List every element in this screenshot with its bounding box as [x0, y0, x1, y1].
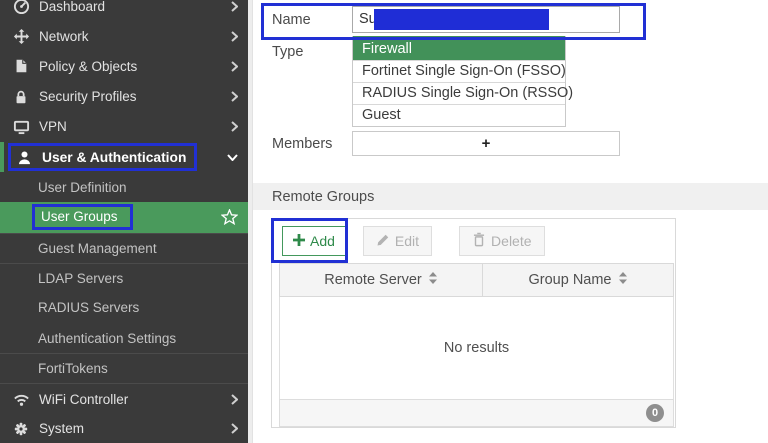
sidebar-item-label: User & Authentication	[42, 149, 187, 165]
chevron-down-icon	[227, 153, 238, 161]
lock-icon	[12, 88, 30, 106]
sidebar-item-vpn[interactable]: VPN	[0, 112, 248, 142]
plus-icon: +	[481, 135, 491, 152]
sidebar-item-wifi-controller[interactable]: WiFi Controller	[0, 383, 248, 413]
type-field-label: Type	[272, 44, 304, 60]
sidebar-item-user-authentication[interactable]: User & Authentication	[0, 141, 248, 173]
sidebar-item-policy-objects[interactable]: Policy & Objects	[0, 51, 248, 81]
sidebar-item-label: User Groups	[41, 209, 118, 225]
sidebar-item-system[interactable]: System	[0, 414, 248, 443]
type-option-guest[interactable]: Guest	[353, 104, 565, 126]
chevron-right-icon	[231, 423, 238, 434]
sidebar-item-security-profiles[interactable]: Security Profiles	[0, 82, 248, 112]
sidebar-item-label: LDAP Servers	[38, 270, 124, 286]
sidebar-item-label: Network	[39, 28, 89, 44]
gauge-icon	[12, 0, 30, 15]
column-header-remote-server[interactable]: Remote Server	[280, 264, 483, 296]
chevron-right-icon	[231, 121, 238, 133]
edit-button-label: Edit	[394, 233, 420, 249]
type-dropdown-list: Firewall Fortinet Single Sign-On (FSSO) …	[352, 36, 573, 127]
sidebar-item-label: Authentication Settings	[38, 330, 177, 346]
sort-icon	[428, 272, 438, 288]
sidebar-item-label: Policy & Objects	[39, 58, 138, 74]
monitor-icon	[12, 118, 30, 136]
table-header-row: Remote Server Group Name	[279, 263, 674, 297]
redaction-bar	[374, 9, 549, 30]
row-count-badge: 0	[646, 404, 664, 422]
policy-icon	[12, 57, 30, 75]
name-input[interactable]: Su	[352, 6, 620, 33]
delete-button[interactable]: Delete	[459, 226, 545, 256]
sidebar-item-label: Guest Management	[38, 240, 157, 256]
sidebar-item-label: VPN	[39, 119, 67, 135]
trash-icon	[472, 232, 486, 250]
sidebar: Dashboard Network Policy & Objects Secur…	[0, 0, 248, 443]
remote-groups-title: Remote Groups	[272, 188, 375, 205]
pencil-icon	[376, 233, 390, 250]
sidebar-item-fortitokens[interactable]: FortiTokens	[0, 353, 248, 383]
sidebar-item-guest-management[interactable]: Guest Management	[0, 232, 248, 263]
members-add-field[interactable]: +	[352, 131, 620, 156]
plus-icon	[293, 233, 305, 249]
active-section-indicator	[0, 141, 4, 173]
remote-groups-section-header: Remote Groups	[253, 183, 768, 210]
sidebar-item-label: FortiTokens	[38, 361, 108, 377]
sidebar-item-label: Dashboard	[39, 0, 106, 14]
column-header-group-name[interactable]: Group Name	[483, 264, 673, 296]
sidebar-item-user-groups[interactable]: User Groups	[0, 202, 248, 233]
chevron-right-icon	[231, 91, 238, 102]
sidebar-item-label: RADIUS Servers	[38, 300, 140, 316]
no-results-text: No results	[443, 340, 510, 356]
sidebar-item-network[interactable]: Network	[0, 21, 248, 51]
add-button-label: Add	[310, 233, 335, 249]
sidebar-item-label: User Definition	[38, 179, 127, 195]
delete-button-label: Delete	[491, 233, 532, 249]
members-field-label: Members	[272, 136, 333, 152]
content-divider	[248, 0, 253, 443]
remote-groups-table: Remote Server Group Name No results 0	[279, 263, 674, 427]
type-option-rsso[interactable]: RADIUS Single Sign-On (RSSO)	[353, 82, 573, 104]
sidebar-item-ldap-servers[interactable]: LDAP Servers	[0, 262, 248, 293]
wifi-icon	[12, 390, 30, 408]
star-icon[interactable]	[221, 209, 238, 226]
annotation-box-user-groups: User Groups	[32, 204, 133, 231]
type-option-fsso[interactable]: Fortinet Single Sign-On (FSSO)	[353, 60, 566, 82]
chevron-right-icon	[231, 393, 238, 405]
sidebar-item-user-definition[interactable]: User Definition	[0, 172, 248, 202]
name-field-label: Name	[272, 12, 311, 28]
table-empty-state: No results	[279, 297, 674, 399]
sidebar-item-authentication-settings[interactable]: Authentication Settings	[0, 323, 248, 353]
sidebar-item-dashboard[interactable]: Dashboard	[0, 0, 248, 21]
chevron-right-icon	[231, 31, 238, 42]
type-option-firewall[interactable]: Firewall	[353, 36, 565, 60]
table-footer: 0	[279, 399, 674, 427]
column-header-label: Remote Server	[324, 272, 422, 288]
gear-icon	[12, 420, 30, 438]
annotation-box-user-authentication: User & Authentication	[8, 143, 198, 172]
sidebar-item-label: System	[39, 421, 85, 437]
sidebar-item-radius-servers[interactable]: RADIUS Servers	[0, 293, 248, 323]
edit-button[interactable]: Edit	[362, 226, 433, 256]
sort-icon	[618, 272, 628, 288]
column-header-label: Group Name	[528, 272, 612, 288]
user-icon	[15, 148, 33, 166]
chevron-right-icon	[231, 61, 238, 72]
sidebar-item-label: WiFi Controller	[39, 391, 129, 407]
add-button[interactable]: Add	[282, 226, 346, 256]
sidebar-item-label: Security Profiles	[39, 89, 137, 105]
move-icon	[12, 27, 30, 45]
remote-groups-panel: Add Edit Delete Remote Server Group Name…	[271, 218, 676, 428]
remote-groups-toolbar: Add Edit Delete	[271, 218, 675, 263]
chevron-right-icon	[231, 0, 238, 12]
